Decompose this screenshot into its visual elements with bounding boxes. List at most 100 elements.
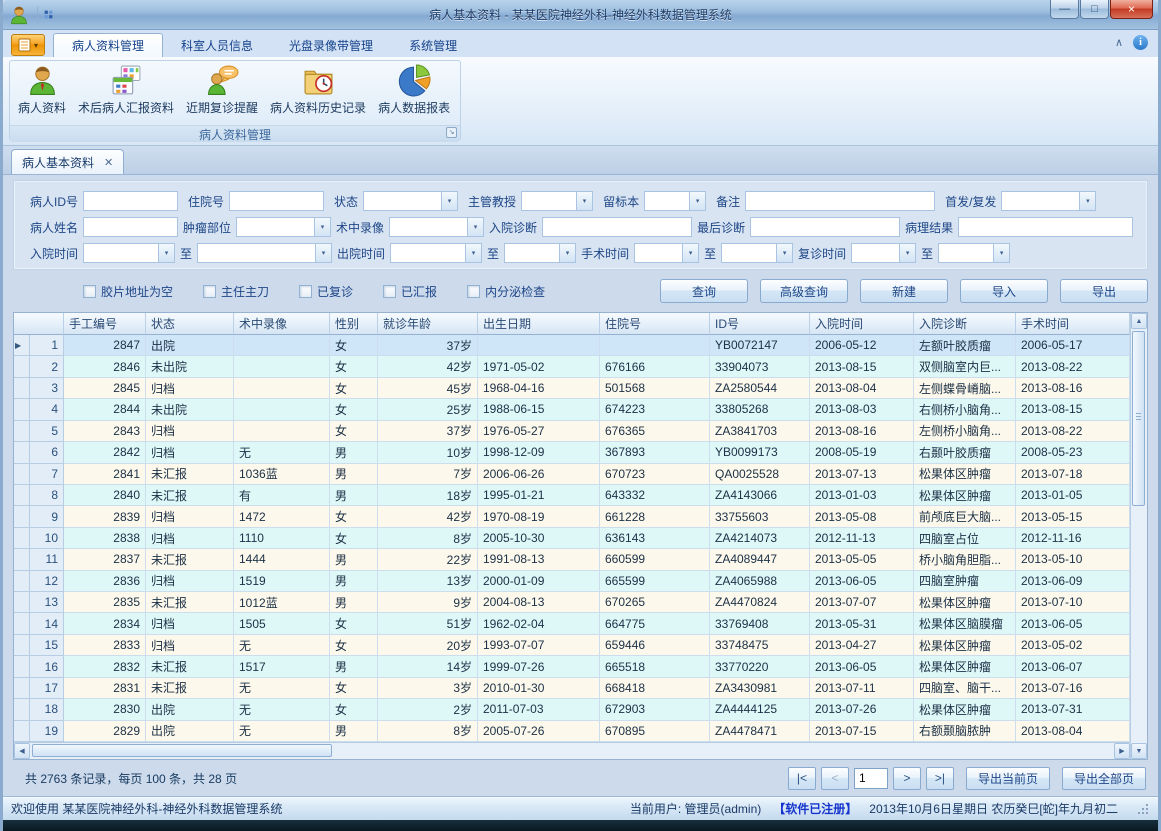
export-all-pages-button[interactable]: 导出全部页 bbox=[1062, 767, 1146, 790]
grid-cell[interactable]: 男 bbox=[330, 485, 378, 506]
grid-cell[interactable]: 51岁 bbox=[378, 613, 478, 634]
grid-cell[interactable]: 归档 bbox=[146, 506, 234, 527]
grid-cell[interactable]: 无 bbox=[234, 635, 330, 656]
grid-cell[interactable]: 2834 bbox=[64, 613, 146, 634]
grid-cell[interactable]: 2012-11-13 bbox=[810, 528, 914, 549]
grid-cell[interactable]: 676365 bbox=[600, 421, 710, 442]
close-button[interactable]: × bbox=[1110, 0, 1153, 19]
grid-cell[interactable]: 3岁 bbox=[378, 678, 478, 699]
grid-cell[interactable]: 归档 bbox=[146, 378, 234, 399]
grid-cell[interactable]: YB0099173 bbox=[710, 442, 810, 463]
page-number-input[interactable] bbox=[854, 768, 888, 789]
grid-row[interactable]: 132835未汇报1012蓝男9岁2004-08-13670265ZA44708… bbox=[14, 592, 1130, 613]
grid-cell[interactable]: 女 bbox=[330, 335, 378, 356]
grid-cell[interactable]: 女 bbox=[330, 399, 378, 420]
grid-cell[interactable]: 未汇报 bbox=[146, 592, 234, 613]
grid-cell[interactable]: 1991-08-13 bbox=[478, 549, 600, 570]
registered-link[interactable]: 【软件已注册】 bbox=[773, 800, 857, 817]
column-header-admit-date[interactable]: 入院时间 bbox=[810, 313, 914, 335]
grid-row[interactable]: 102838归档1110女8岁2005-10-30636143ZA4214073… bbox=[14, 528, 1130, 549]
grid-cell[interactable]: 归档 bbox=[146, 421, 234, 442]
grid-cell[interactable]: 2011-07-03 bbox=[478, 699, 600, 720]
grid-cell[interactable]: 2013-05-02 bbox=[1016, 635, 1130, 656]
grid-cell[interactable]: 松果体区脑膜瘤 bbox=[914, 613, 1016, 634]
grid-cell[interactable]: 右额颞脑脓肿 bbox=[914, 721, 1016, 742]
grid-cell[interactable]: 男 bbox=[330, 721, 378, 742]
grid-cell[interactable]: 双侧脑室内巨... bbox=[914, 356, 1016, 377]
grid-cell[interactable]: 2013-08-16 bbox=[1016, 378, 1130, 399]
grid-cell[interactable]: ZA4214073 bbox=[710, 528, 810, 549]
grid-cell[interactable]: 2013-08-04 bbox=[810, 378, 914, 399]
revisit-date-to-combo[interactable]: ▾ bbox=[938, 243, 1010, 263]
grid-cell[interactable]: 有 bbox=[234, 485, 330, 506]
grid-cell[interactable]: 男 bbox=[330, 549, 378, 570]
grid-cell[interactable]: 1472 bbox=[234, 506, 330, 527]
grid-cell[interactable]: 松果体区肿瘤 bbox=[914, 464, 1016, 485]
grid-row[interactable]: 52843归档女37岁1976-05-27676365ZA38417032013… bbox=[14, 421, 1130, 442]
grid-cell[interactable]: 8岁 bbox=[378, 528, 478, 549]
grid-cell[interactable]: 四脑室占位 bbox=[914, 528, 1016, 549]
column-header-diagnosis[interactable]: 入院诊断 bbox=[914, 313, 1016, 335]
scroll-up-icon[interactable]: ▲ bbox=[1131, 313, 1147, 329]
grid-cell[interactable]: 1993-07-07 bbox=[478, 635, 600, 656]
grid-cell[interactable]: 2013-07-07 bbox=[810, 592, 914, 613]
grid-row[interactable]: ▶12847出院女37岁YB00721472006-05-12左额叶胶质瘤200… bbox=[14, 335, 1130, 356]
grid-cell[interactable]: 2013-05-08 bbox=[810, 506, 914, 527]
grid-cell[interactable]: 10岁 bbox=[378, 442, 478, 463]
grid-cell[interactable]: 676166 bbox=[600, 356, 710, 377]
revisit-reminder-button[interactable]: 近期复诊提醒 bbox=[180, 63, 264, 125]
grid-cell[interactable]: 2843 bbox=[64, 421, 146, 442]
grid-row[interactable]: 192829出院无男8岁2005-07-26670895ZA4478471201… bbox=[14, 721, 1130, 742]
grid-cell[interactable]: 未汇报 bbox=[146, 678, 234, 699]
checkbox-icon[interactable] bbox=[383, 285, 396, 298]
grid-row[interactable]: 122836归档1519男13岁2000-01-09665599ZA406598… bbox=[14, 571, 1130, 592]
grid-row[interactable]: 92839归档1472女42岁1970-08-19661228337556032… bbox=[14, 506, 1130, 527]
grid-cell[interactable]: 左额叶胶质瘤 bbox=[914, 335, 1016, 356]
grid-cell[interactable]: YB0072147 bbox=[710, 335, 810, 356]
grid-cell[interactable]: 33769408 bbox=[710, 613, 810, 634]
grid-cell[interactable]: 左侧蝶骨嵴脑... bbox=[914, 378, 1016, 399]
grid-cell[interactable]: 2013-08-15 bbox=[810, 356, 914, 377]
grid-cell[interactable]: 665599 bbox=[600, 571, 710, 592]
maximize-button[interactable]: □ bbox=[1080, 0, 1109, 19]
grid-cell[interactable]: 2839 bbox=[64, 506, 146, 527]
grid-cell[interactable]: 13岁 bbox=[378, 571, 478, 592]
grid-cell[interactable]: 2841 bbox=[64, 464, 146, 485]
grid-cell[interactable]: 1995-01-21 bbox=[478, 485, 600, 506]
vertical-scrollbar[interactable]: ▲ ▼ bbox=[1130, 313, 1147, 759]
grid-cell[interactable]: 660599 bbox=[600, 549, 710, 570]
hscroll-track[interactable] bbox=[30, 743, 1114, 759]
grid-cell[interactable]: 2013-08-03 bbox=[810, 399, 914, 420]
grid-cell[interactable]: 2013-07-31 bbox=[1016, 699, 1130, 720]
grid-cell[interactable]: 无 bbox=[234, 678, 330, 699]
surgery-date-from-combo[interactable]: ▾ bbox=[634, 243, 699, 263]
professor-combo[interactable]: ▾ bbox=[521, 191, 593, 211]
grid-cell[interactable]: 37岁 bbox=[378, 421, 478, 442]
grid-cell[interactable]: 2831 bbox=[64, 678, 146, 699]
grid-row[interactable]: 142834归档1505女51岁1962-02-0466477533769408… bbox=[14, 613, 1130, 634]
tab-patient-basic-info[interactable]: 病人基本资料 ✕ bbox=[11, 149, 124, 174]
grid-cell[interactable]: 674223 bbox=[600, 399, 710, 420]
grid-row[interactable]: 152833归档无女20岁1993-07-0765944633748475201… bbox=[14, 635, 1130, 656]
grid-cell[interactable]: 女 bbox=[330, 613, 378, 634]
grid-cell[interactable]: 前颅底巨大脑... bbox=[914, 506, 1016, 527]
grid-cell[interactable]: 男 bbox=[330, 442, 378, 463]
vscroll-thumb[interactable] bbox=[1132, 331, 1145, 506]
grid-cell[interactable]: 33748475 bbox=[710, 635, 810, 656]
checkbox-icon[interactable] bbox=[203, 285, 216, 298]
grid-cell[interactable]: 33805268 bbox=[710, 399, 810, 420]
new-record-button[interactable]: 新建 bbox=[860, 279, 948, 303]
grid-cell[interactable]: 2013-06-05 bbox=[810, 656, 914, 677]
grid-cell[interactable]: 1444 bbox=[234, 549, 330, 570]
grid-cell[interactable]: 2013-08-16 bbox=[810, 421, 914, 442]
grid-cell[interactable]: 2013-07-26 bbox=[810, 699, 914, 720]
checkbox-reported[interactable]: 已汇报 bbox=[383, 283, 437, 300]
specimen-combo[interactable]: ▾ bbox=[644, 191, 706, 211]
dropdown-arrow-icon[interactable]: ▾ bbox=[441, 192, 457, 210]
grid-cell[interactable]: 2013-08-22 bbox=[1016, 421, 1130, 442]
dropdown-arrow-icon[interactable]: ▾ bbox=[689, 192, 705, 210]
column-header-surgery-video[interactable]: 术中录像 bbox=[234, 313, 330, 335]
grid-cell[interactable]: 659446 bbox=[600, 635, 710, 656]
grid-cell[interactable]: 643332 bbox=[600, 485, 710, 506]
grid-cell[interactable]: 672903 bbox=[600, 699, 710, 720]
